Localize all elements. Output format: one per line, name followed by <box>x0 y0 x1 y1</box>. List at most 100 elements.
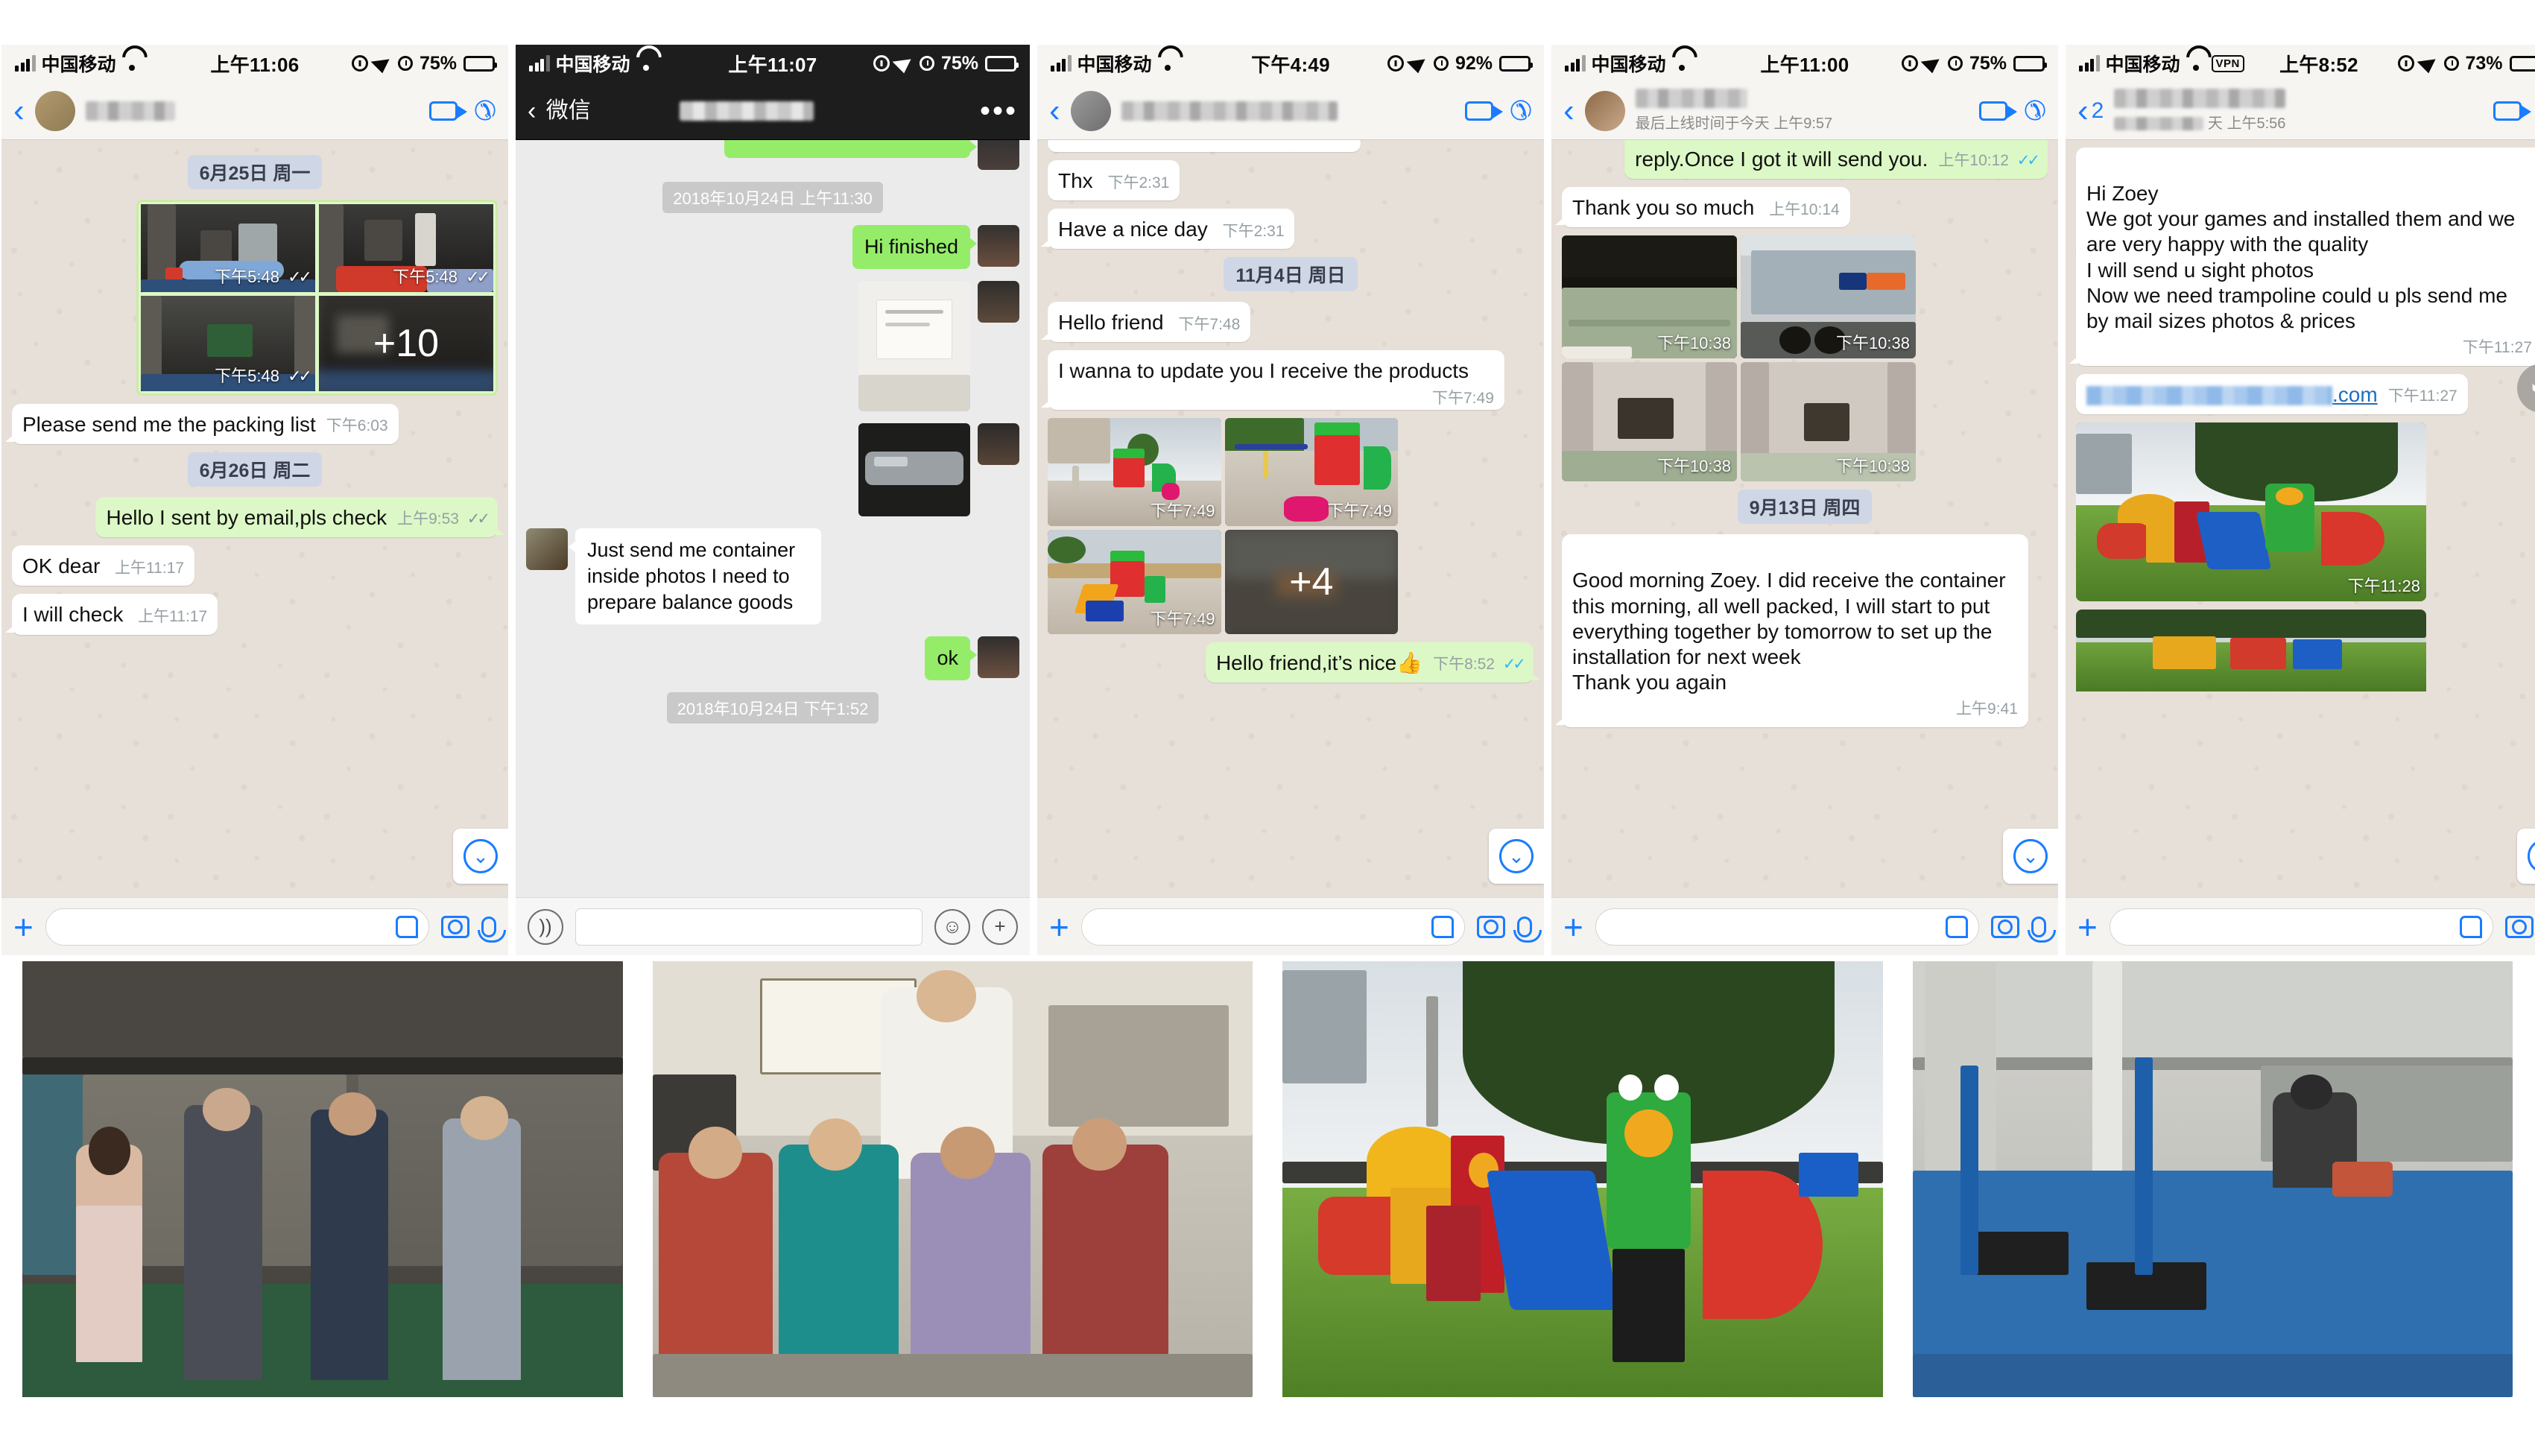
scroll-to-bottom-button[interactable]: ⌄ <box>453 829 508 884</box>
message-input[interactable] <box>575 908 922 946</box>
camera-icon[interactable] <box>1991 915 2019 938</box>
message-bubble[interactable]: Please send me the packing list 下午6:03 <box>5 404 399 445</box>
video-call-icon[interactable] <box>2493 101 2531 121</box>
message-row[interactable]: Hello I sent by email,pls check 上午9:53 ✓… <box>12 497 504 538</box>
microphone-icon[interactable] <box>478 916 506 943</box>
message-bubble[interactable]: I wanna to update you I receive the prod… <box>1041 350 1504 411</box>
message-row[interactable] <box>526 140 1019 170</box>
microphone-icon[interactable] <box>2028 916 2056 943</box>
message-bubble[interactable]: Hi Zoey We got your games and installed … <box>2069 148 2535 367</box>
message-row[interactable]: Have a nice day 下午2:31 <box>1040 209 1534 250</box>
album-photo[interactable]: 下午10:38 <box>1562 235 1737 359</box>
album-more-count[interactable]: +10 <box>319 296 493 391</box>
video-call-icon[interactable] <box>1978 101 2017 121</box>
album-message[interactable]: 下午5:48 ✓✓ 下午5:48 ✓✓ 下午5:48 ✓✓ +10 <box>12 200 498 396</box>
back-button[interactable]: ‹ 微信 <box>528 98 591 124</box>
message-row[interactable]: Please send me the packing list 下午6:03 <box>5 404 498 445</box>
message-bubble[interactable]: Hello friend,it’s nice👍 下午8:52 ✓✓ <box>1205 642 1541 683</box>
microphone-icon[interactable] <box>1513 916 1542 943</box>
emoji-icon[interactable]: ☺ <box>934 908 970 945</box>
image-message-row[interactable] <box>526 281 1019 412</box>
message-input[interactable] <box>1595 908 1979 946</box>
album-photo[interactable]: 下午10:38 <box>1741 362 1916 482</box>
message-row[interactable]: Hi finished <box>526 225 1019 270</box>
message-bubble[interactable]: Thx 下午2:31 <box>1048 160 1180 201</box>
message-bubble[interactable]: Good morning Zoey. I did receive the con… <box>1555 534 2028 728</box>
gallery-photo-2[interactable] <box>652 961 1253 1397</box>
message-row[interactable]: Good morning Zoey. I did receive the con… <box>1555 534 2048 728</box>
back-button[interactable]: ‹ <box>1049 94 1060 127</box>
video-call-icon[interactable] <box>428 101 467 121</box>
camera-icon[interactable] <box>1477 915 1505 938</box>
plus-circle-icon[interactable]: + <box>982 908 1018 945</box>
message-row[interactable]: Just send me container inside photos I n… <box>526 528 1019 625</box>
album-photo[interactable]: 下午7:49 <box>1048 530 1221 635</box>
avatar[interactable] <box>978 636 1019 679</box>
message-bubble[interactable]: Hello I sent by email,pls check 上午9:53 ✓… <box>95 497 504 538</box>
scroll-to-bottom-button[interactable]: ⌄ <box>1489 829 1544 884</box>
message-bubble[interactable]: reply.Once I got it will send you. 上午10:… <box>1624 140 2048 180</box>
avatar[interactable] <box>1070 90 1111 131</box>
album-photo[interactable]: 下午7:49 <box>1224 418 1398 527</box>
message-bubble[interactable]: Thank you so much 上午10:14 <box>1555 187 1850 228</box>
album-message[interactable]: 下午10:38 下午10:38 下午10:38 下午10:38 <box>1562 235 2048 482</box>
voice-call-icon[interactable]: ✆ <box>1510 95 1532 126</box>
avatar[interactable] <box>34 90 75 131</box>
message-bubble[interactable]: ok <box>925 636 977 681</box>
message-row[interactable]: ok <box>526 636 1019 681</box>
avatar[interactable] <box>526 528 568 571</box>
album-more-count[interactable]: +4 <box>1224 530 1398 635</box>
album-photo-more[interactable]: +4 <box>1224 530 1398 635</box>
back-button[interactable]: ‹ <box>13 94 25 127</box>
video-call-icon[interactable] <box>1464 101 1503 121</box>
link-message-bubble[interactable]: .com 下午11:27 <box>2076 374 2468 415</box>
message-row[interactable]: OK dear 上午11:17 <box>12 545 498 586</box>
album-photo[interactable]: 下午7:49 <box>1048 418 1221 527</box>
sticker-icon[interactable] <box>1946 915 1968 938</box>
sticker-icon[interactable] <box>2460 915 2482 938</box>
voice-call-icon[interactable]: ✆ <box>2024 95 2046 126</box>
message-bubble[interactable]: Have a nice day 下午2:31 <box>1040 209 1295 250</box>
back-button[interactable]: ‹ 2 <box>2077 94 2104 127</box>
message-row[interactable]: Hi Zoey We got your games and installed … <box>2069 148 2535 367</box>
message-row[interactable]: I wanna to update you I receive the prod… <box>1041 350 1534 411</box>
camera-icon[interactable] <box>2505 915 2534 938</box>
message-bubble[interactable] <box>724 140 977 158</box>
more-menu-icon[interactable]: ••• <box>980 96 1018 126</box>
message-row[interactable]: reply.Once I got it will send you. 上午10:… <box>1562 140 2048 180</box>
sticker-icon[interactable] <box>396 915 418 938</box>
message-row[interactable]: Thx 下午2:31 <box>1048 160 1534 201</box>
message-list-4[interactable]: reply.Once I got it will send you. 上午10:… <box>1551 140 2058 897</box>
album-photo[interactable]: 下午10:38 <box>1741 235 1916 359</box>
message-list-2[interactable]: 2018年10月24日 上午11:30 Hi finished Just sen… <box>516 140 1030 897</box>
link-text[interactable]: .com <box>2332 383 2378 406</box>
message-bubble[interactable]: Hello friend 下午7:48 <box>1040 302 1251 343</box>
message-row[interactable]: Thank you so much 上午10:14 <box>1555 187 2048 228</box>
image-message-row[interactable]: 下午11:28 <box>2076 422 2535 602</box>
link-message-row[interactable]: .com 下午11:27 <box>2076 374 2535 415</box>
image-message-row[interactable] <box>2076 610 2535 692</box>
album-photo[interactable]: 下午5:48 ✓✓ <box>141 204 315 292</box>
album-photo-more[interactable]: +10 <box>319 296 493 391</box>
avatar[interactable] <box>978 140 1019 170</box>
message-list-1[interactable]: 6月25日 周一 下午5:48 ✓✓ 下午5:48 ✓✓ 下午5:48 ✓✓ +… <box>1 140 508 897</box>
message-row[interactable]: I will check 上午11:17 <box>4 594 498 635</box>
message-row[interactable]: Hello friend,it’s nice👍 下午8:52 ✓✓ <box>1048 642 1541 683</box>
message-bubble[interactable] <box>1048 140 1361 152</box>
message-row[interactable] <box>1048 140 1534 152</box>
camera-icon[interactable] <box>441 915 469 938</box>
gallery-photo-4[interactable] <box>1912 961 2513 1397</box>
scroll-to-bottom-button[interactable]: ⌄ <box>2003 829 2058 884</box>
avatar[interactable] <box>978 281 1019 323</box>
image-message[interactable]: 下午11:28 <box>2076 422 2426 602</box>
message-input[interactable] <box>1080 908 1465 946</box>
image-message-row[interactable] <box>526 423 1019 517</box>
gallery-photo-1[interactable] <box>22 961 623 1397</box>
plus-icon[interactable]: + <box>1049 910 1069 944</box>
back-button[interactable]: ‹ <box>1563 94 1575 127</box>
message-row[interactable]: Hello friend 下午7:48 <box>1040 302 1534 343</box>
album-photo[interactable]: 下午5:48 ✓✓ <box>319 204 493 292</box>
avatar[interactable] <box>978 423 1019 466</box>
message-list-3[interactable]: Thx 下午2:31 Have a nice day 下午2:31 11月4日 … <box>1037 140 1544 897</box>
gallery-photo-3[interactable] <box>1282 961 1883 1397</box>
